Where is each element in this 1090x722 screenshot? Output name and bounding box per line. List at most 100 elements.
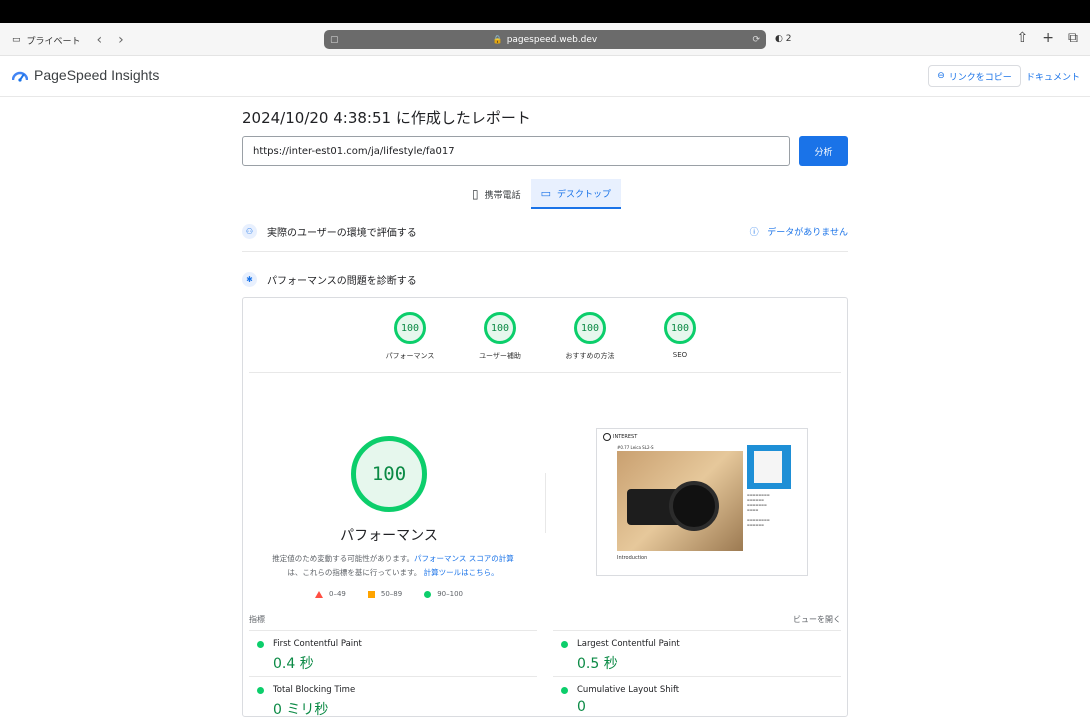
section-divider	[242, 251, 848, 252]
pass-dot-icon	[257, 687, 264, 694]
legend-fail-label: 0–49	[329, 590, 346, 598]
metric-name: First Contentful Paint	[273, 639, 362, 649]
main-score-ring: 100	[351, 436, 427, 512]
final-screenshot: INTEREST #0.77 Leica SL2-S ▬▬▬▬▬▬▬▬ ▬▬▬▬▬…	[596, 428, 808, 576]
metric-value: 0.5 秒	[577, 656, 618, 672]
link-icon: ⊖	[937, 71, 945, 81]
new-tab-icon[interactable]: +	[1042, 30, 1054, 46]
tab-desktop[interactable]: ▭ デスクトップ	[530, 179, 622, 209]
screenshot-intro: Introduction	[617, 555, 648, 561]
card-divider	[249, 372, 841, 373]
laptop-icon: ▭	[540, 186, 552, 200]
tracker-count: 2	[785, 34, 792, 44]
address-text: pagespeed.web.dev	[506, 34, 598, 45]
tab-mobile[interactable]: ▯ 携帯電話	[462, 179, 531, 209]
sidebar-icon[interactable]: ▭	[12, 35, 21, 45]
tab-mobile-label: 携帯電話	[484, 190, 521, 201]
pass-dot-icon	[561, 687, 568, 694]
users-icon: ⚇	[242, 224, 257, 239]
no-data-link[interactable]: ⓘ データがありません	[750, 225, 848, 238]
psi-logo-icon	[12, 71, 28, 82]
pass-dot-icon	[257, 641, 264, 648]
metric-value: 0 ミリ秒	[273, 702, 329, 718]
tab-desktop-label: デスクトップ	[557, 189, 612, 200]
score-note: 推定値のため変動する可能性があります。パフォーマンス スコアの計算 は、これらの…	[253, 552, 533, 580]
field-data-heading: 実際のユーザーの環境で評価する	[267, 228, 417, 239]
docs-link[interactable]: ドキュメント	[1026, 70, 1080, 83]
privacy-shield[interactable]: ◐ 2	[775, 34, 791, 44]
screenshot-page-title: #0.77 Leica SL2-S	[617, 445, 654, 450]
sidebar-text: ▬▬▬▬▬▬▬▬ ▬▬▬▬▬▬ ▬▬▬▬▬▬▬ ▬▬▬▬ ▬▬▬▬▬▬▬▬ ▬▬▬▬▬▬	[747, 493, 770, 527]
sidebar-image-inner	[754, 451, 782, 483]
back-icon[interactable]: ‹	[97, 32, 103, 48]
copy-link-label: リンクをコピー	[948, 72, 1012, 83]
copy-link-button[interactable]: ⊖ リンクをコピー	[928, 65, 1021, 87]
metric-value: 0	[577, 699, 586, 715]
camera-photo	[617, 451, 743, 551]
score-ring: 100	[664, 312, 696, 344]
note-text-2: は、これらの指標を基に行っています。	[287, 568, 422, 577]
diagnose-heading: パフォーマンスの問題を診断する	[267, 276, 417, 287]
gauge-best-practices[interactable]: 100 おすすめの方法	[563, 312, 617, 361]
score-ring: 100	[574, 312, 606, 344]
gauge-performance[interactable]: 100 パフォーマンス	[383, 312, 437, 361]
metric-name: Cumulative Layout Shift	[577, 685, 680, 695]
metrics-heading: 指標	[249, 615, 265, 624]
expand-view-toggle[interactable]: ビューを開く	[793, 614, 841, 625]
camera-lens	[669, 481, 719, 531]
device-tabs: ▯ 携帯電話 ▭ デスクトップ	[462, 179, 622, 209]
lab-icon: ✱	[242, 272, 257, 287]
legend-pass-label: 90–100	[437, 590, 463, 598]
metric-fcp: First Contentful Paint 0.4 秒	[249, 630, 537, 676]
triangle-icon	[315, 590, 323, 598]
gauge-seo[interactable]: 100 SEO	[653, 312, 707, 361]
metric-value: 0.4 秒	[273, 656, 314, 672]
os-top-bar	[0, 0, 1090, 23]
app-title: PageSpeed Insights	[34, 67, 160, 83]
main-score-label: パフォーマンス	[340, 528, 438, 544]
report-title: 2024/10/20 4:38:51 に作成したレポート	[242, 109, 531, 127]
browser-toolbar: ▭ プライベート ‹ › ▢ 🔒 pagespeed.web.dev ⟳ ◐ 2…	[0, 23, 1090, 56]
gauge-label: おすすめの方法	[565, 352, 615, 360]
gauge-label: SEO	[672, 351, 688, 359]
score-ring: 100	[394, 312, 426, 344]
metric-name: Total Blocking Time	[273, 685, 356, 695]
gauge-label: パフォーマンス	[385, 352, 435, 360]
legend-fail: 0–49	[315, 590, 346, 598]
legend-pass: 90–100	[424, 590, 463, 598]
reload-icon[interactable]: ⟳	[752, 35, 760, 45]
score-calc-link[interactable]: パフォーマンス スコアの計算	[414, 554, 514, 563]
address-bar[interactable]: ▢ 🔒 pagespeed.web.dev ⟳	[324, 30, 766, 49]
screenshot-site-name: INTEREST	[613, 434, 638, 440]
psi-logo[interactable]: PageSpeed Insights	[12, 67, 159, 83]
vertical-divider	[545, 473, 546, 533]
metrics-header: 指標 ビューを開く	[249, 614, 841, 625]
pass-dot-icon	[561, 641, 568, 648]
score-legend: 0–49 50–89 90–100	[243, 590, 535, 598]
lock-icon: 🔒	[492, 35, 503, 44]
psi-header: PageSpeed Insights ⊖ リンクをコピー ドキュメント	[0, 56, 1090, 97]
metric-lcp: Largest Contentful Paint 0.5 秒	[553, 630, 841, 676]
share-icon[interactable]: ⇧	[1017, 30, 1029, 46]
field-data-section: ⚇ 実際のユーザーの環境で評価する ⓘ データがありません	[242, 224, 848, 239]
square-icon	[367, 590, 375, 598]
forward-icon[interactable]: ›	[118, 32, 124, 48]
phone-icon: ▯	[472, 187, 479, 201]
url-input[interactable]	[242, 136, 790, 166]
page-settings-icon[interactable]: ▢	[330, 35, 339, 45]
gauge-accessibility[interactable]: 100 ユーザー補助	[473, 312, 527, 361]
tabs-overview-icon[interactable]: ⧉	[1068, 30, 1078, 46]
metric-tbt: Total Blocking Time 0 ミリ秒	[249, 676, 537, 722]
metric-cls: Cumulative Layout Shift 0	[553, 676, 841, 722]
private-label: プライベート	[26, 36, 81, 47]
circle-icon	[424, 590, 432, 598]
legend-average-label: 50–89	[380, 590, 403, 598]
diagnose-section: ✱ パフォーマンスの問題を診断する	[242, 272, 848, 287]
score-ring: 100	[484, 312, 516, 344]
metric-name: Largest Contentful Paint	[577, 639, 680, 649]
analyze-button[interactable]: 分析	[799, 136, 848, 166]
gauge-label: ユーザー補助	[479, 352, 521, 360]
no-data-label: データがありません	[767, 228, 848, 238]
note-text-1: 推定値のため変動する可能性があります。	[272, 554, 414, 563]
calculator-link[interactable]: 計算ツールはこちら。	[424, 568, 499, 577]
